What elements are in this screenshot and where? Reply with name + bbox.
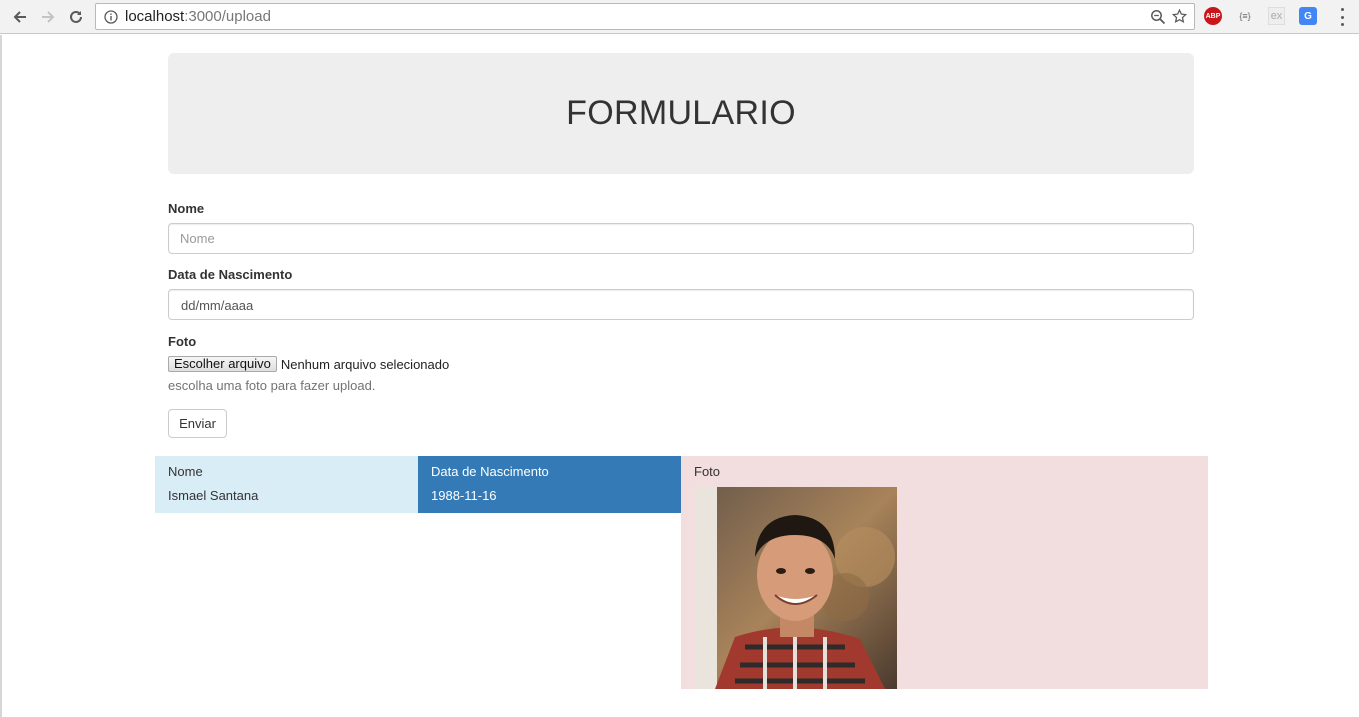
data-nascimento-label: Data de Nascimento (168, 267, 293, 282)
forward-button[interactable] (37, 6, 59, 28)
page-title: FORMULARIO (566, 94, 796, 132)
portrait-photo-image (695, 487, 897, 689)
nome-input[interactable] (168, 223, 1194, 254)
submit-button[interactable]: Enviar (168, 409, 227, 438)
address-bar[interactable]: localhost:3000/upload (95, 3, 1195, 30)
cell-nome: Ismael Santana (168, 488, 259, 503)
file-input: Escolher arquivo Nenhum arquivo selecion… (168, 356, 449, 372)
translate-extension-icon[interactable]: G (1299, 7, 1317, 25)
reload-icon (70, 10, 82, 23)
bookmark-star-icon[interactable] (1171, 8, 1188, 25)
zoom-icon[interactable] (1150, 9, 1166, 25)
forward-arrow-icon (42, 11, 55, 23)
adblock-extension-icon[interactable]: ABP (1204, 7, 1222, 25)
back-button[interactable] (9, 6, 31, 28)
data-column: Data de Nascimento 1988-11-16 (418, 456, 681, 513)
foto-column: Foto (681, 456, 1208, 689)
foto-label: Foto (168, 334, 197, 349)
json-viewer-extension-icon[interactable]: {≡} (1236, 7, 1254, 25)
nome-column: Nome Ismael Santana (155, 456, 418, 513)
column-header-nome: Nome (168, 464, 203, 479)
uploaded-photo (695, 487, 897, 689)
date-input-placeholder: dd/mm/aaaa (181, 298, 254, 313)
file-status-text: Nenhum arquivo selecionado (280, 356, 450, 372)
url-text[interactable]: localhost:3000/upload (125, 8, 271, 26)
choose-file-button[interactable]: Escolher arquivo (168, 356, 277, 372)
column-header-data: Data de Nascimento (431, 464, 549, 479)
browser-toolbar: localhost:3000/upload ABP {≡} ex G (0, 0, 1359, 34)
back-arrow-icon (13, 11, 26, 23)
header-jumbotron: FORMULARIO (168, 53, 1194, 174)
cell-data: 1988-11-16 (431, 488, 497, 503)
info-icon[interactable] (103, 9, 119, 25)
upload-help-text: escolha uma foto para fazer upload. (168, 378, 376, 393)
browser-menu-icon[interactable] (1334, 8, 1350, 26)
nome-label: Nome (168, 201, 205, 216)
data-nascimento-input[interactable]: dd/mm/aaaa (168, 289, 1194, 320)
reload-button[interactable] (65, 6, 87, 28)
page-edge (0, 35, 2, 717)
ex-extension-icon[interactable]: ex (1268, 7, 1285, 25)
column-header-foto: Foto (694, 464, 721, 479)
